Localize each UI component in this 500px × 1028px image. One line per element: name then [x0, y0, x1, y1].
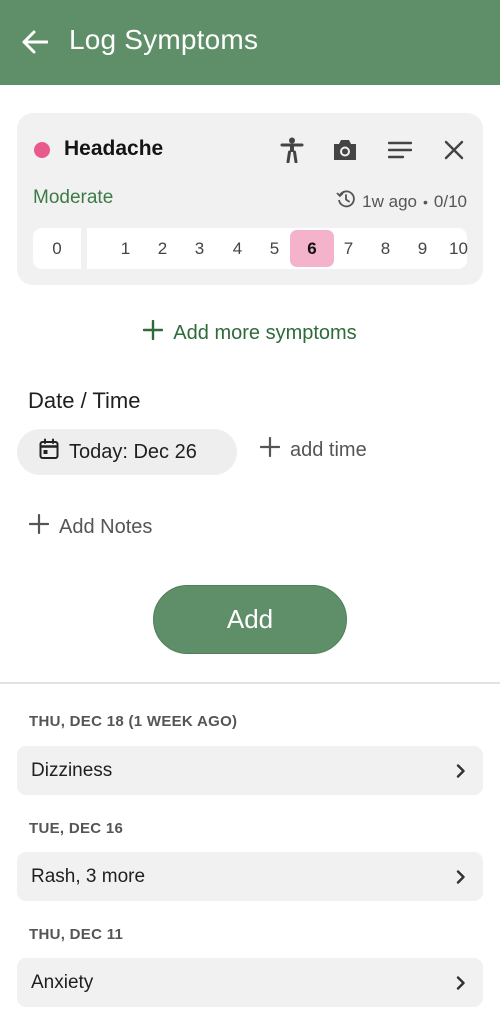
- history-date-header: THU, DEC 11: [29, 926, 124, 943]
- scale-option-6-selected[interactable]: 6: [290, 230, 334, 267]
- divider: [0, 682, 500, 684]
- date-time-heading: Date / Time: [28, 388, 141, 413]
- chevron-right-icon: [451, 973, 471, 993]
- back-arrow-icon[interactable]: [20, 27, 50, 57]
- scale-option-4[interactable]: 4: [219, 228, 256, 269]
- camera-icon[interactable]: [330, 135, 360, 165]
- notes-icon[interactable]: [385, 135, 415, 165]
- scale-option-1[interactable]: 1: [107, 228, 144, 269]
- symptom-card: Headache Moderate 1w ago • 0/10 0 1 2 3 …: [17, 113, 483, 285]
- add-notes-label: Add Notes: [59, 515, 153, 538]
- date-chip-label: Today: Dec 26: [69, 440, 197, 463]
- history-entry[interactable]: Anxiety: [17, 958, 483, 1007]
- scale-option-2[interactable]: 2: [144, 228, 181, 269]
- meta-separator: •: [423, 193, 428, 210]
- plus-icon: [143, 319, 164, 346]
- history-date-header: TUE, DEC 16: [29, 820, 124, 837]
- scale-option-0[interactable]: 0: [33, 228, 81, 269]
- history-entry[interactable]: Dizziness: [17, 746, 483, 795]
- chevron-right-icon: [451, 867, 471, 887]
- last-logged-text: 1w ago: [362, 191, 417, 211]
- history-entry-summary: Rash, 3 more: [31, 865, 146, 887]
- severity-scale: 0 1 2 3 4 5 6 7 8 9 10: [33, 228, 468, 269]
- add-notes-button[interactable]: Add Notes: [28, 513, 153, 540]
- close-icon[interactable]: [439, 135, 469, 165]
- date-chip[interactable]: Today: Dec 26: [17, 429, 237, 475]
- scale-option-7[interactable]: 7: [330, 228, 367, 269]
- add-more-symptoms-label: Add more symptoms: [173, 321, 357, 344]
- add-time-label: add time: [290, 438, 367, 461]
- scale-option-8[interactable]: 8: [367, 228, 404, 269]
- add-time-button[interactable]: add time: [259, 436, 367, 463]
- history-date-header: THU, DEC 18 (1 WEEK AGO): [29, 713, 238, 730]
- severity-label: Moderate: [33, 187, 114, 208]
- severity-max: 0/10: [433, 191, 467, 211]
- scale-option-5[interactable]: 5: [256, 228, 293, 269]
- page-title: Log Symptoms: [69, 24, 259, 55]
- last-logged-info: 1w ago • 0/10: [336, 189, 467, 214]
- calendar-icon: [39, 438, 59, 466]
- history-entry-summary: Anxiety: [31, 971, 94, 993]
- scale-option-10[interactable]: 10: [440, 228, 477, 269]
- scale-divider: [81, 228, 87, 269]
- symptom-color-dot: [34, 142, 50, 158]
- app-bar: Log Symptoms: [0, 0, 500, 85]
- add-more-symptoms-button[interactable]: Add more symptoms: [0, 319, 500, 346]
- chevron-right-icon: [451, 761, 471, 781]
- body-map-icon[interactable]: [277, 135, 307, 165]
- history-entry-summary: Dizziness: [31, 759, 113, 781]
- add-button[interactable]: Add: [153, 585, 347, 654]
- scale-option-9[interactable]: 9: [404, 228, 441, 269]
- history-icon: [336, 189, 356, 214]
- scale-option-3[interactable]: 3: [181, 228, 218, 269]
- plus-icon: [259, 436, 281, 463]
- symptom-name: Headache: [64, 137, 164, 160]
- history-entry[interactable]: Rash, 3 more: [17, 852, 483, 901]
- plus-icon: [28, 513, 50, 540]
